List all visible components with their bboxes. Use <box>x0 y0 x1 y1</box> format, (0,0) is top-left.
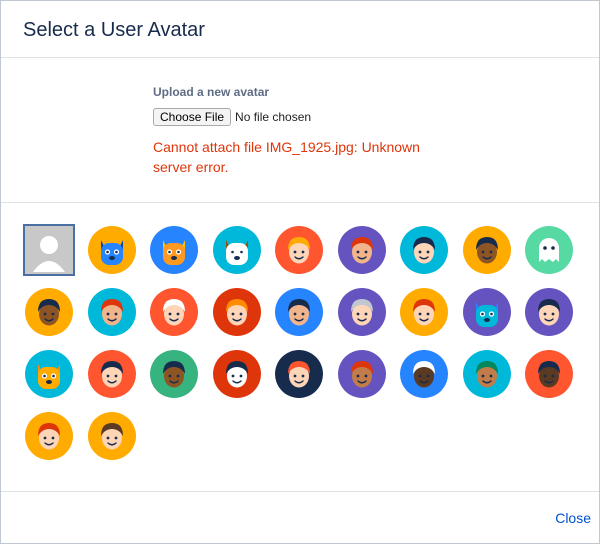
choose-file-button[interactable]: Choose File <box>153 108 232 126</box>
pirate-avatar-icon <box>525 288 573 336</box>
file-input-row: Choose File No file chosen <box>153 108 443 126</box>
dialog-header: Select a User Avatar <box>1 1 599 58</box>
person-avatar[interactable] <box>400 288 448 336</box>
person-avatar[interactable] <box>338 226 386 274</box>
person-avatar-icon <box>213 288 261 336</box>
person-avatar[interactable] <box>25 412 73 460</box>
person-avatar-icon <box>338 288 386 336</box>
person-avatar[interactable] <box>150 288 198 336</box>
person-avatar-icon <box>463 226 511 274</box>
close-button[interactable]: Close <box>555 510 591 526</box>
owl-avatar-icon <box>463 288 511 336</box>
person-avatar-icon <box>275 226 323 274</box>
person-avatar-icon <box>25 288 73 336</box>
upload-section: Upload a new avatar Choose File No file … <box>153 85 443 177</box>
person-avatar[interactable] <box>338 350 386 398</box>
person-avatar[interactable] <box>213 288 261 336</box>
person-avatar-icon <box>400 350 448 398</box>
person-avatar-icon <box>88 288 136 336</box>
cat-avatar-icon <box>150 226 198 274</box>
robot-avatar[interactable] <box>88 226 136 274</box>
person-avatar-icon <box>150 288 198 336</box>
person-avatar[interactable] <box>88 350 136 398</box>
person-avatar-icon <box>400 288 448 336</box>
upload-label: Upload a new avatar <box>153 85 270 99</box>
person-avatar[interactable] <box>463 350 511 398</box>
person-avatar[interactable] <box>275 288 323 336</box>
robot-avatar-icon <box>88 226 136 274</box>
person-avatar[interactable] <box>275 226 323 274</box>
person-avatar[interactable] <box>88 412 136 460</box>
person-avatar-icon <box>463 350 511 398</box>
person-avatar-icon <box>150 350 198 398</box>
avatar-dialog: Select a User Avatar Upload a new avatar… <box>0 0 600 544</box>
person-avatar[interactable] <box>275 350 323 398</box>
dog-avatar-icon <box>213 226 261 274</box>
ghost-avatar[interactable] <box>525 226 573 274</box>
ghost-avatar-icon <box>525 226 573 274</box>
person-avatar-icon <box>338 350 386 398</box>
person-avatar-icon <box>25 412 73 460</box>
robot-avatar-icon <box>25 350 73 398</box>
person-avatar[interactable] <box>88 288 136 336</box>
person-avatar[interactable] <box>400 350 448 398</box>
person-avatar-icon <box>400 226 448 274</box>
person-avatar-icon <box>525 350 573 398</box>
dialog-footer: Close <box>1 491 599 543</box>
person-avatar[interactable] <box>338 288 386 336</box>
upload-error-message: Cannot attach file IMG_1925.jpg: Unknown… <box>153 139 420 175</box>
pirate-avatar[interactable] <box>525 288 573 336</box>
person-avatar-icon <box>213 350 261 398</box>
section-divider <box>1 202 599 203</box>
dialog-title: Select a User Avatar <box>23 19 205 41</box>
default-avatar-icon <box>25 226 73 274</box>
person-avatar[interactable] <box>525 350 573 398</box>
cat-avatar[interactable] <box>150 226 198 274</box>
person-avatar-icon <box>88 350 136 398</box>
person-avatar[interactable] <box>400 226 448 274</box>
default-avatar[interactable] <box>23 224 75 276</box>
dog-avatar[interactable] <box>213 226 261 274</box>
person-avatar-icon <box>275 350 323 398</box>
person-avatar-icon <box>275 288 323 336</box>
person-avatar[interactable] <box>150 350 198 398</box>
person-avatar-icon <box>338 226 386 274</box>
person-avatar[interactable] <box>213 350 261 398</box>
robot-avatar[interactable] <box>25 350 73 398</box>
owl-avatar[interactable] <box>463 288 511 336</box>
person-avatar[interactable] <box>25 288 73 336</box>
person-avatar-icon <box>88 412 136 460</box>
person-avatar[interactable] <box>463 226 511 274</box>
file-status-text: No file chosen <box>235 110 312 124</box>
